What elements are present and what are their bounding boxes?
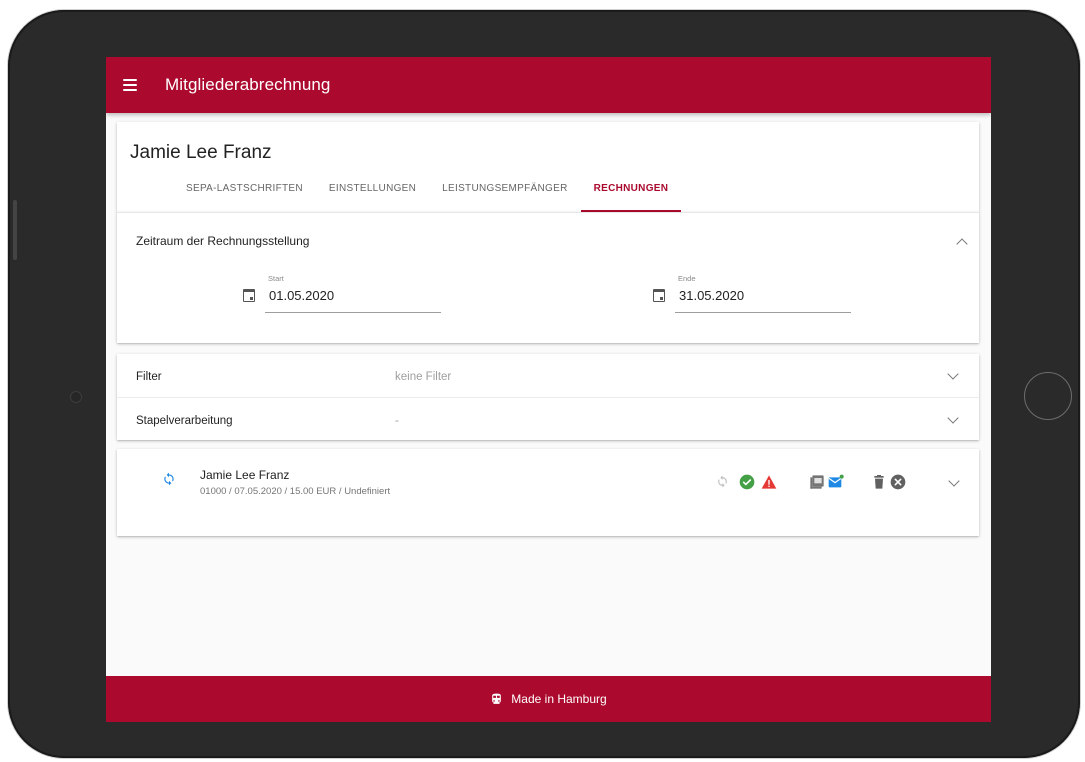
- batch-processing-value: -: [395, 415, 399, 427]
- train-icon: [492, 693, 502, 704]
- tab-leistungsempfaenger[interactable]: LEISTUNGSEMPFÄNGER: [429, 177, 580, 212]
- chevron-down-icon[interactable]: [947, 412, 959, 424]
- tab-sepa-lastschriften[interactable]: SEPA-LASTSCHRIFTEN: [173, 177, 316, 212]
- end-date-value[interactable]: 31.05.2020: [679, 288, 744, 303]
- filter-value: keine Filter: [395, 371, 452, 383]
- start-date-value[interactable]: 01.05.2020: [269, 288, 334, 303]
- calendar-icon[interactable]: [653, 289, 665, 302]
- cancel-icon[interactable]: [890, 474, 906, 490]
- app-screen: Mitgliederabrechnung Jamie Lee Franz SEP…: [106, 57, 991, 722]
- end-date-field[interactable]: Ende 31.05.2020: [653, 274, 863, 316]
- end-date-label: Ende: [678, 274, 696, 283]
- check-circle-icon[interactable]: [739, 474, 755, 490]
- pdf-icon[interactable]: [809, 474, 825, 490]
- batch-processing-label: Stapelverarbeitung: [136, 415, 233, 427]
- chevron-down-icon[interactable]: [947, 368, 959, 380]
- footer: Made in Hamburg: [106, 676, 991, 722]
- chevron-down-icon[interactable]: [948, 475, 960, 487]
- footer-text: Made in Hamburg: [511, 692, 607, 706]
- invoice-details: 01000 / 07.05.2020 / 15.00 EUR / Undefin…: [200, 486, 391, 497]
- start-date-label: Start: [268, 274, 284, 283]
- mail-icon[interactable]: [828, 474, 844, 490]
- batch-processing-row[interactable]: Stapelverarbeitung -: [117, 397, 979, 441]
- side-button: [13, 200, 17, 260]
- billing-period-title: Zeitraum der Rechnungsstellung: [136, 234, 310, 248]
- filter-label: Filter: [136, 371, 162, 383]
- calendar-icon[interactable]: [243, 289, 255, 302]
- delete-icon[interactable]: [871, 474, 887, 490]
- warning-icon[interactable]: [761, 474, 777, 490]
- start-date-underline: [265, 312, 441, 313]
- member-header-card: Jamie Lee Franz SEPA-LASTSCHRIFTEN EINST…: [117, 122, 979, 212]
- home-button: [1024, 372, 1072, 420]
- end-date-underline: [675, 312, 851, 313]
- tab-rechnungen[interactable]: RECHNUNGEN: [580, 177, 682, 212]
- filter-panels: Filter keine Filter Stapelverarbeitung -: [117, 354, 979, 440]
- menu-icon[interactable]: [123, 79, 137, 91]
- start-date-field[interactable]: Start 01.05.2020: [243, 274, 453, 316]
- billing-period-panel: Zeitraum der Rechnungsstellung Start 01.…: [117, 212, 979, 343]
- tab-einstellungen[interactable]: EINSTELLUNGEN: [316, 177, 429, 212]
- app-title: Mitgliederabrechnung: [165, 75, 331, 94]
- member-name: Jamie Lee Franz: [130, 142, 272, 163]
- invoice-recipient-name: Jamie Lee Franz: [200, 468, 290, 482]
- sync-icon[interactable]: [162, 472, 176, 486]
- invoice-list-item[interactable]: Jamie Lee Franz 01000 / 07.05.2020 / 15.…: [117, 449, 979, 536]
- camera: [70, 391, 82, 403]
- sync-icon[interactable]: [716, 475, 729, 488]
- tab-bar: SEPA-LASTSCHRIFTEN EINSTELLUNGEN LEISTUN…: [173, 177, 681, 212]
- chevron-up-icon[interactable]: [956, 238, 968, 250]
- app-bar: Mitgliederabrechnung: [106, 57, 991, 113]
- filter-row[interactable]: Filter keine Filter: [117, 354, 979, 397]
